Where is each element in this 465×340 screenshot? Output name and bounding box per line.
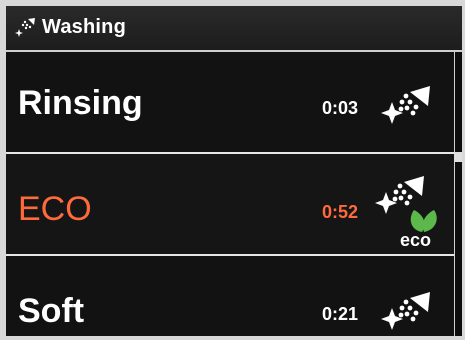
program-duration: 0:21 (322, 304, 359, 324)
eco-badge-label: eco (400, 230, 432, 250)
program-duration: 0:03 (322, 98, 359, 118)
program-label: ECO (18, 190, 92, 228)
program-item-soft[interactable]: Soft 0:21 (6, 256, 454, 336)
scrollbar-thumb[interactable] (454, 152, 462, 162)
scrollbar-track[interactable] (454, 52, 462, 336)
program-duration: 0:52 (322, 202, 359, 222)
shower-sparkle-icon (381, 86, 430, 124)
program-item-rinsing[interactable]: Rinsing 0:03 (6, 52, 454, 154)
program-item-eco[interactable]: ECO 0:52 eco (6, 154, 454, 256)
header-bar: Washing (6, 6, 462, 52)
program-label: Soft (18, 292, 85, 330)
shower-sparkle-icon (381, 292, 430, 330)
washing-screen: Washing Rinsing 0:03 ECO 0:52 eco Soft 0… (6, 6, 462, 336)
page-title: Washing (42, 16, 126, 38)
program-label: Rinsing (18, 84, 143, 122)
shower-sparkle-icon (15, 18, 35, 37)
